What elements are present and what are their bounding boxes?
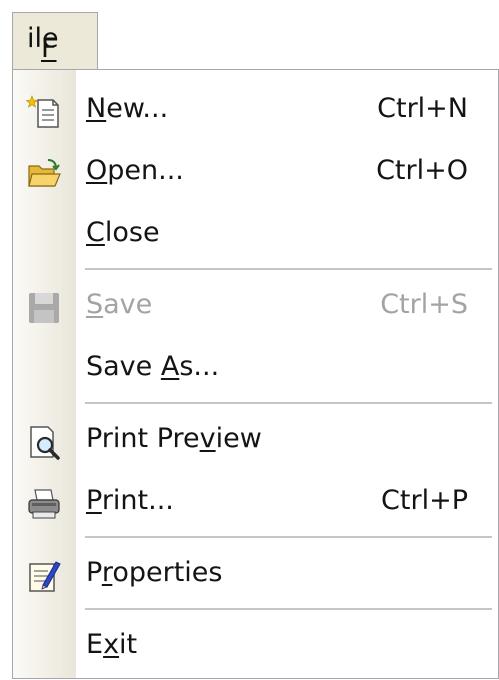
properties-icon [26,558,62,594]
open-folder-icon [26,156,62,192]
menu-item-save-as[interactable]: Save As... [13,338,498,402]
menu-item-new-label: New... [86,93,169,124]
save-disk-icon [26,290,62,326]
printer-icon [26,486,62,522]
menu-item-close[interactable]: Close [13,204,498,268]
menu-separator [85,402,492,404]
menu-item-properties-label: Properties [86,557,223,588]
menu-item-save-as-label: Save As... [86,351,220,382]
menu-item-print-shortcut: Ctrl+P [381,485,468,516]
menu-item-print[interactable]: Print... Ctrl+P [13,472,498,536]
menu-separator [85,268,492,270]
menu-item-open[interactable]: Open... Ctrl+O [13,142,498,206]
menu-item-save[interactable]: Save Ctrl+S [13,276,498,340]
menu-item-print-label: Print... [86,485,174,516]
menu-item-exit[interactable]: Exit [13,616,498,680]
menu-item-save-label: Save [86,289,153,320]
menu-item-exit-label: Exit [86,629,138,660]
menu-item-print-preview[interactable]: Print Preview [13,410,498,474]
file-menu-dropdown: New... Ctrl+N Open... Ctrl+O Close Save … [12,69,499,679]
print-preview-icon [26,424,62,460]
menu-item-print-preview-label: Print Preview [86,423,262,454]
menu-separator [85,536,492,538]
menu-item-close-label: Close [86,217,160,248]
file-menu-label: File [27,23,59,64]
menu-item-new-shortcut: Ctrl+N [377,93,468,124]
menu-item-open-shortcut: Ctrl+O [376,155,468,186]
menu-item-new[interactable]: New... Ctrl+N [13,80,498,144]
file-menu-button[interactable]: File [12,12,98,70]
menu-item-save-shortcut: Ctrl+S [380,289,468,320]
menu-separator [85,608,492,610]
menu-item-open-label: Open... [86,155,184,186]
menu-item-properties[interactable]: Properties [13,544,498,608]
menu-bar: File [0,0,499,70]
new-document-icon [25,94,62,130]
